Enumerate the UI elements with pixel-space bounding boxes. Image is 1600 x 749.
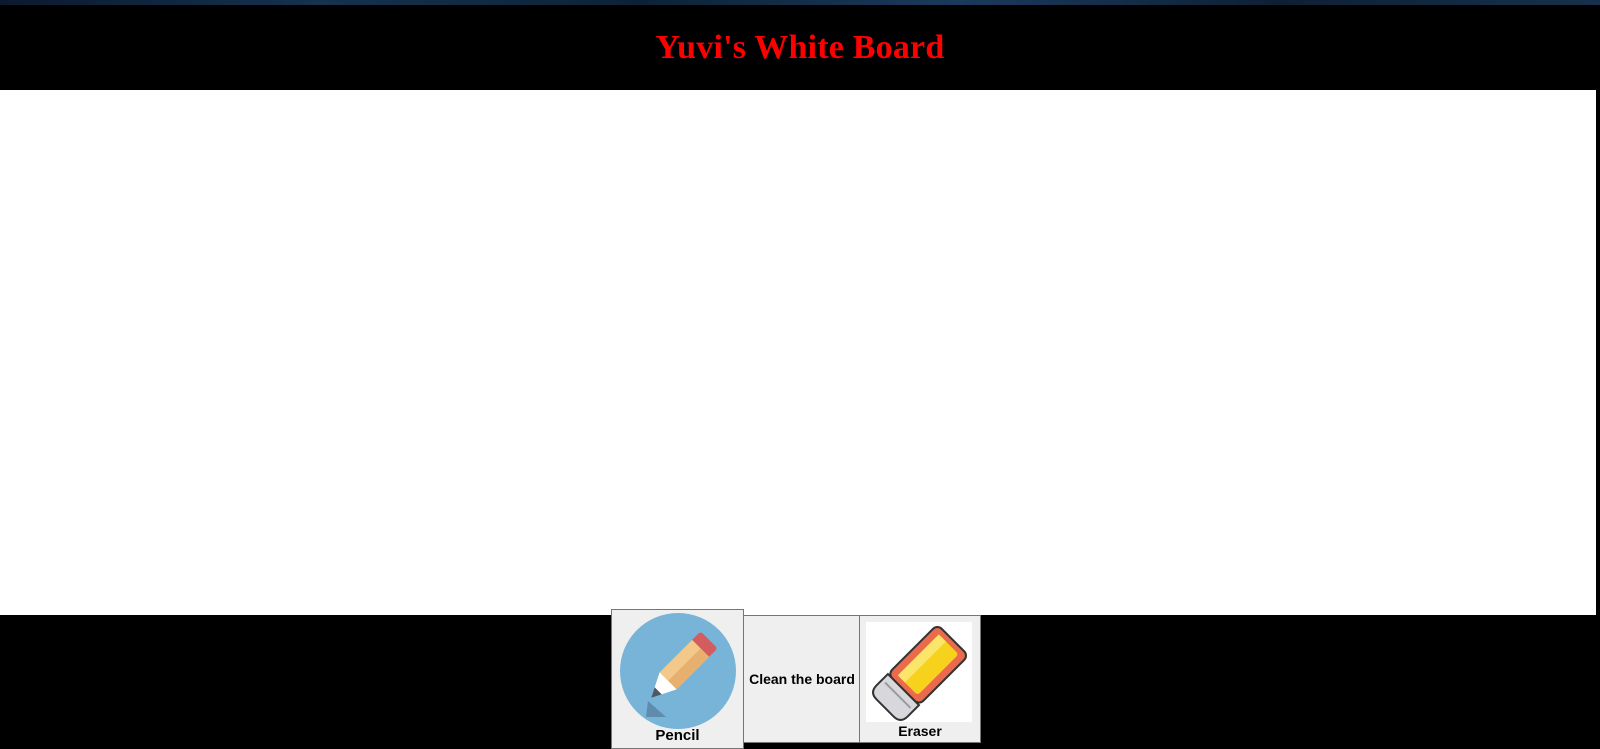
eraser-icon-frame xyxy=(866,622,972,722)
eraser-icon xyxy=(872,625,968,721)
pencil-label: Pencil xyxy=(655,727,700,744)
clean-board-button[interactable]: Clean the board xyxy=(743,615,861,743)
whiteboard-canvas[interactable] xyxy=(0,90,1596,615)
page-title: Yuvi's White Board xyxy=(655,28,945,66)
eraser-button[interactable]: Eraser xyxy=(859,615,981,743)
pencil-icon xyxy=(620,613,736,729)
eraser-label: Eraser xyxy=(898,723,942,739)
page-header: Yuvi's White Board xyxy=(0,5,1600,90)
clean-board-label: Clean the board xyxy=(749,671,855,687)
pencil-button[interactable]: Pencil xyxy=(611,609,744,749)
